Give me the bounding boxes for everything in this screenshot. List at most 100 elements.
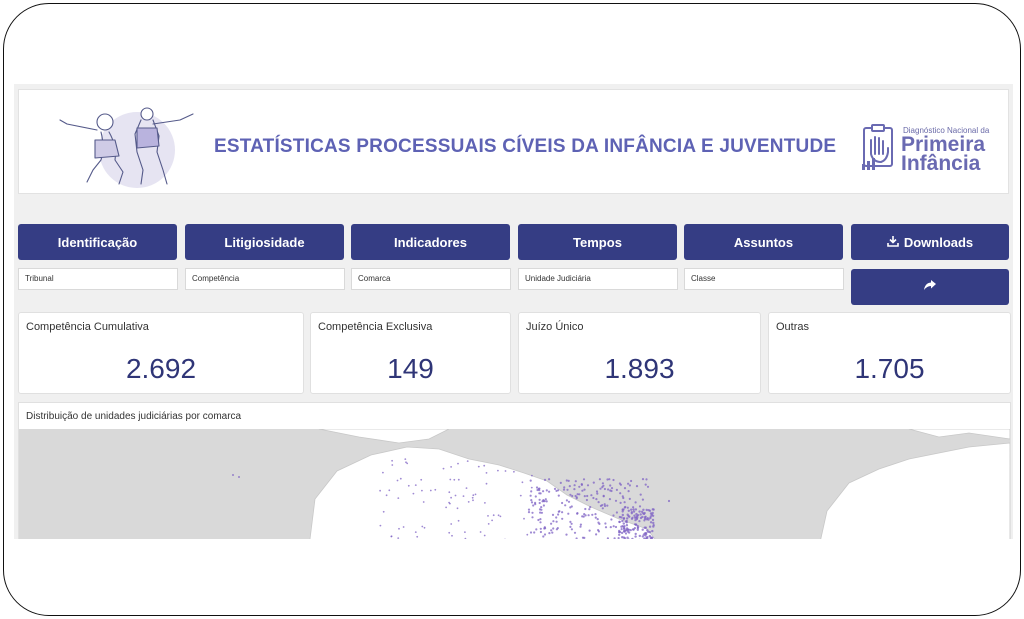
map-point <box>532 504 535 507</box>
map-point <box>487 515 489 517</box>
tab-tempos[interactable]: Tempos <box>518 224 677 260</box>
map-point <box>483 534 486 537</box>
map-point <box>626 530 629 533</box>
map-point <box>483 464 486 467</box>
map-point <box>573 484 576 487</box>
map-point <box>610 487 614 490</box>
map-point <box>628 497 631 500</box>
map-point <box>566 488 569 491</box>
map-point <box>575 496 578 499</box>
map-point <box>544 498 547 501</box>
map-point <box>457 462 459 465</box>
map-point <box>404 458 407 460</box>
map-point <box>442 467 445 470</box>
map-point <box>623 530 626 533</box>
children-illustration <box>59 107 194 188</box>
map-point <box>588 529 591 532</box>
map-view[interactable] <box>19 429 1010 539</box>
map-point <box>639 513 642 516</box>
download-icon <box>887 235 899 250</box>
map-point <box>450 496 452 499</box>
map-point <box>630 511 633 514</box>
map-point <box>634 508 638 511</box>
map-point <box>543 526 546 529</box>
map-point <box>648 525 652 528</box>
map-point <box>472 494 475 497</box>
map-point <box>453 478 456 481</box>
competencia-filter[interactable]: Competência <box>185 268 345 290</box>
unidade-judiciaria-filter[interactable]: Unidade Judiciária <box>518 268 678 290</box>
share-button[interactable] <box>851 269 1009 305</box>
tab-litigiosidade[interactable]: Litigiosidade <box>185 224 344 260</box>
classe-filter[interactable]: Classe <box>684 268 844 290</box>
map-point <box>636 526 640 529</box>
map-point <box>578 493 581 496</box>
map-point <box>420 478 423 481</box>
header-banner: ESTATÍSTICAS PROCESSUAIS CÍVEIS DA INFÂN… <box>18 89 1009 194</box>
map-point <box>579 523 583 526</box>
map-point <box>621 513 624 517</box>
map-point <box>583 536 586 539</box>
map-point <box>618 520 621 524</box>
map-point <box>630 517 634 520</box>
map-point <box>543 478 547 481</box>
map-point <box>640 510 644 513</box>
map-title: Distribuição de unidades judiciárias por… <box>26 411 242 422</box>
map-point <box>595 533 598 536</box>
map-point <box>621 510 624 513</box>
map-point <box>390 535 393 538</box>
map-point <box>568 485 571 488</box>
map-point <box>595 490 599 493</box>
map-point <box>454 494 457 497</box>
map-point <box>618 533 621 536</box>
map-point <box>606 504 609 507</box>
map-point <box>603 487 607 491</box>
map-point <box>627 482 630 485</box>
map-point <box>583 488 586 491</box>
map-point <box>648 530 651 534</box>
tribunal-filter[interactable]: Tribunal <box>18 268 178 290</box>
map-point <box>542 535 545 538</box>
map-point <box>557 510 560 513</box>
map-point <box>434 488 437 491</box>
tab-assuntos[interactable]: Assuntos <box>684 224 843 260</box>
map-point <box>416 535 419 538</box>
map-point <box>538 501 541 505</box>
tab-identificacao[interactable]: Identificação <box>18 224 177 260</box>
map-point <box>450 466 452 468</box>
map-point <box>555 516 558 519</box>
map-land-south-america <box>309 446 656 539</box>
map-point <box>448 501 450 504</box>
map-point <box>602 495 605 498</box>
map-point <box>588 508 591 511</box>
map-point <box>385 494 388 497</box>
map-point <box>623 487 627 490</box>
map-point <box>464 531 466 533</box>
map-point <box>570 505 573 508</box>
downloads-button[interactable]: Downloads <box>851 224 1009 260</box>
kpi-card-outras: Outras 1.705 <box>768 312 1011 394</box>
map-svg[interactable] <box>19 429 1010 539</box>
map-point <box>578 485 581 488</box>
map-point <box>620 516 623 519</box>
share-arrow-icon <box>923 278 937 296</box>
tab-indicadores[interactable]: Indicadores <box>351 224 510 260</box>
map-point <box>414 531 417 533</box>
map-point <box>466 460 469 462</box>
map-point <box>531 511 534 514</box>
map-point <box>379 489 381 492</box>
map-point <box>561 511 564 514</box>
map-point <box>567 500 571 503</box>
map-point <box>402 526 405 528</box>
map-point <box>615 511 619 514</box>
comarca-filter[interactable]: Comarca <box>351 268 511 290</box>
map-point <box>631 528 635 531</box>
map-point <box>648 534 651 538</box>
map-point <box>561 517 564 520</box>
map-point <box>610 518 613 521</box>
map-point <box>529 531 533 534</box>
map-point <box>595 498 598 501</box>
page-title: ESTATÍSTICAS PROCESSUAIS CÍVEIS DA INFÂN… <box>214 136 837 157</box>
map-point <box>548 490 551 493</box>
map-point <box>238 476 240 478</box>
